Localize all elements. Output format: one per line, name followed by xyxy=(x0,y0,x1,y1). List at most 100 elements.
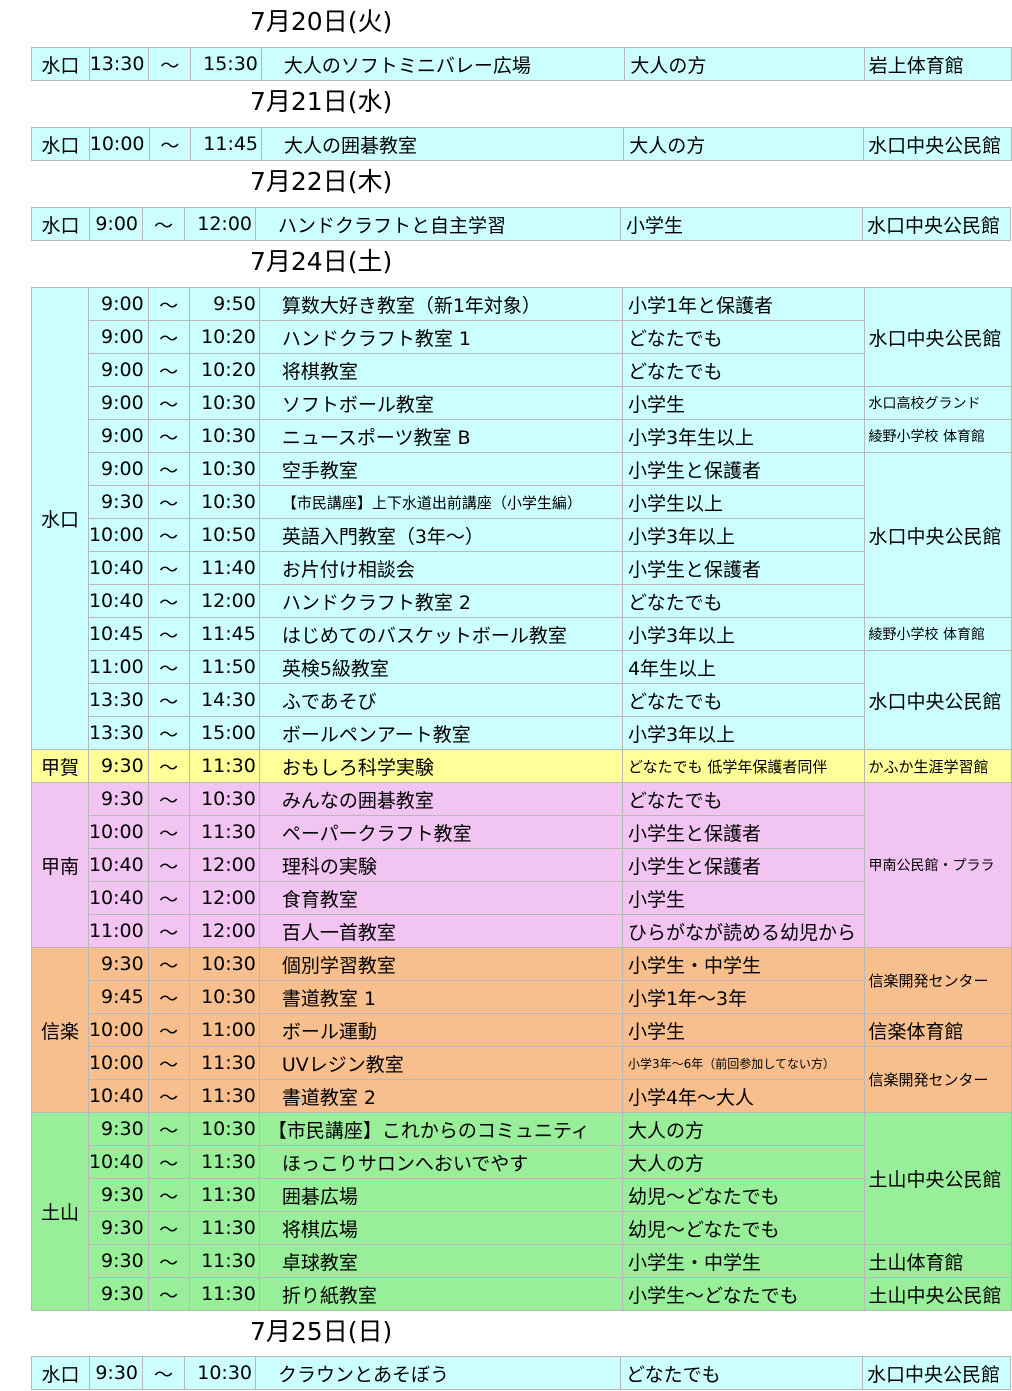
start-time: 9:00 xyxy=(87,320,149,354)
event-name: 【市民講座】上下水道出前講座（小学生編） xyxy=(258,485,623,519)
time-separator: ～ xyxy=(147,617,190,651)
table-row: 11:00 ～ 11:50 英検5級教室 4年生以上 水口中央公民館 xyxy=(32,650,1012,750)
event-name: 空手教室 xyxy=(258,452,623,486)
time-separator: ～ xyxy=(147,716,190,750)
end-time: 10:30 xyxy=(188,1112,260,1146)
end-time: 11:50 xyxy=(188,650,260,684)
end-time: 12:00 xyxy=(188,848,260,882)
event-venue: 信楽開発センター xyxy=(863,947,1012,1014)
area-cell: 水口 xyxy=(31,1356,90,1390)
start-time: 13:30 xyxy=(88,47,150,81)
event-name: 大人のソフトミニバレー広場 xyxy=(260,47,626,81)
event-name: みんなの囲碁教室 xyxy=(258,782,623,816)
event-target: 小学3年生以上 xyxy=(621,419,865,453)
time-separator: ～ xyxy=(147,584,190,618)
time-separator: ～ xyxy=(147,947,190,981)
event-venue: 水口中央公民館 xyxy=(863,127,1012,161)
event-name: ハンドクラフト教室 1 xyxy=(258,320,623,354)
event-name: 英語入門教室（3年～） xyxy=(258,518,623,552)
table-row: 土山 9:30 ～ 10:30 【市民講座】これからのコミュニティ 大人の方 土… xyxy=(31,1112,1012,1311)
time-separator: ～ xyxy=(147,848,190,882)
start-time: 10:40 xyxy=(87,848,149,882)
table-row: 9:30 ～ 11:30 折り紙教室 小学生～どなたでも 土山中央公民館 xyxy=(32,1277,1012,1311)
event-target: 小学生と保護者 xyxy=(621,452,865,486)
start-time: 9:30 xyxy=(89,1356,143,1390)
time-separator: ～ xyxy=(147,1145,190,1179)
area-cell: 水口 xyxy=(31,47,90,81)
event-venue: 綾野小学校 体育館 xyxy=(863,617,1012,651)
event-target: どなたでも xyxy=(620,1356,863,1390)
event-name: 個別学習教室 xyxy=(258,947,623,981)
end-time: 11:30 xyxy=(188,1145,260,1179)
event-name: ボールペンアート教室 xyxy=(258,716,623,750)
end-time: 9:50 xyxy=(188,287,260,321)
date-heading-0720: 7月20日(火) xyxy=(250,7,393,36)
table-row: 9:00 ～ 10:30 空手教室 小学生と保護者 水口中央公民館 xyxy=(32,452,1012,618)
end-time: 15:30 xyxy=(190,47,262,81)
end-time: 12:00 xyxy=(188,584,260,618)
event-venue: 信楽体育館 xyxy=(863,1013,1012,1047)
event-venue: かふか生涯学習館 xyxy=(863,749,1012,783)
end-time: 10:30 xyxy=(184,1356,256,1390)
schedule-table-0722: 水口 9:00 ～ 12:00 ハンドクラフトと自主学習 小学生 水口中央公民館 xyxy=(31,207,1011,241)
event-name: 囲碁広場 xyxy=(258,1178,623,1212)
schedule-table-0721: 水口 10:00 ～ 11:45 大人の囲碁教室 大人の方 水口中央公民館 xyxy=(31,127,1012,161)
event-target: どなたでも xyxy=(621,353,865,387)
event-target: 小学生 xyxy=(621,881,865,915)
start-time: 9:30 xyxy=(87,749,149,783)
end-time: 10:30 xyxy=(188,980,260,1014)
end-time: 11:30 xyxy=(188,1046,260,1080)
event-venue: 信楽開発センター xyxy=(863,1046,1012,1113)
event-target: 小学生 xyxy=(621,1013,865,1047)
event-venue: 水口中央公民館 xyxy=(863,452,1012,618)
schedule-table-0724: 水口 9:00 ～ 9:50 算数大好き教室（新1年対象） 小学1年と保護者 水… xyxy=(31,287,1012,1311)
event-target: 小学生・中学生 xyxy=(621,1244,865,1278)
event-name: 大人の囲碁教室 xyxy=(261,127,625,161)
time-separator: ～ xyxy=(147,1112,190,1146)
event-target: 小学生 xyxy=(621,386,865,420)
event-target: 幼児～どなたでも xyxy=(621,1211,865,1245)
start-time: 10:00 xyxy=(87,1013,149,1047)
area-cell: 土山 xyxy=(31,1112,89,1311)
time-separator: ～ xyxy=(148,127,192,161)
event-target: どなたでも xyxy=(621,320,865,354)
event-name: 折り紙教室 xyxy=(258,1277,623,1311)
time-separator: ～ xyxy=(147,320,190,354)
time-separator: ～ xyxy=(147,650,190,684)
time-separator: ～ xyxy=(147,485,190,519)
event-venue: 甲南公民館・プララ xyxy=(863,782,1012,948)
event-target: どなたでも xyxy=(621,782,865,816)
start-time: 10:45 xyxy=(87,617,149,651)
event-target: 小学生と保護者 xyxy=(621,551,865,585)
area-cell: 水口 xyxy=(31,207,90,241)
event-name: 理科の実験 xyxy=(258,848,623,882)
table-row: 10:45 ～ 11:45 はじめてのバスケットボール教室 小学3年以上 綾野小… xyxy=(32,617,1012,651)
time-separator: ～ xyxy=(142,1356,185,1390)
start-time: 9:30 xyxy=(87,782,149,816)
table-row: 水口 10:00 ～ 11:45 大人の囲碁教室 大人の方 水口中央公民館 xyxy=(31,127,1012,161)
end-time: 10:20 xyxy=(188,353,260,387)
table-row: 甲南 9:30 ～ 10:30 みんなの囲碁教室 どなたでも 甲南公民館・プララ xyxy=(31,782,1012,948)
start-time: 10:40 xyxy=(87,881,149,915)
area-cell: 水口 xyxy=(31,127,90,161)
time-separator: ～ xyxy=(147,551,190,585)
schedule-table-0720: 水口 13:30 ～ 15:30 大人のソフトミニバレー広場 大人の方 岩上体育… xyxy=(31,47,1012,81)
start-time: 9:30 xyxy=(87,1112,149,1146)
event-venue: 水口中央公民館 xyxy=(862,207,1011,241)
event-name: ソフトボール教室 xyxy=(258,386,623,420)
time-separator: ～ xyxy=(147,782,190,816)
end-time: 11:45 xyxy=(190,127,263,161)
start-time: 9:00 xyxy=(87,386,149,420)
time-separator: ～ xyxy=(147,683,190,717)
date-heading-0724: 7月24日(土) xyxy=(250,247,393,276)
table-row: 甲賀 9:30 ～ 11:30 おもしろ科学実験 どなたでも 低学年保護者同伴 … xyxy=(31,749,1012,783)
event-name: 書道教室 2 xyxy=(258,1079,623,1113)
event-name: 食育教室 xyxy=(258,881,623,915)
end-time: 15:00 xyxy=(188,716,260,750)
start-time: 10:00 xyxy=(87,518,149,552)
event-target: 小学3年～6年（前回参加してない方） xyxy=(621,1046,865,1080)
event-name: 卓球教室 xyxy=(258,1244,623,1278)
table-row: 水口 9:00 ～ 9:50 算数大好き教室（新1年対象） 小学1年と保護者 水… xyxy=(31,287,1012,750)
time-separator: ～ xyxy=(147,980,190,1014)
event-name: 将棋教室 xyxy=(258,353,623,387)
